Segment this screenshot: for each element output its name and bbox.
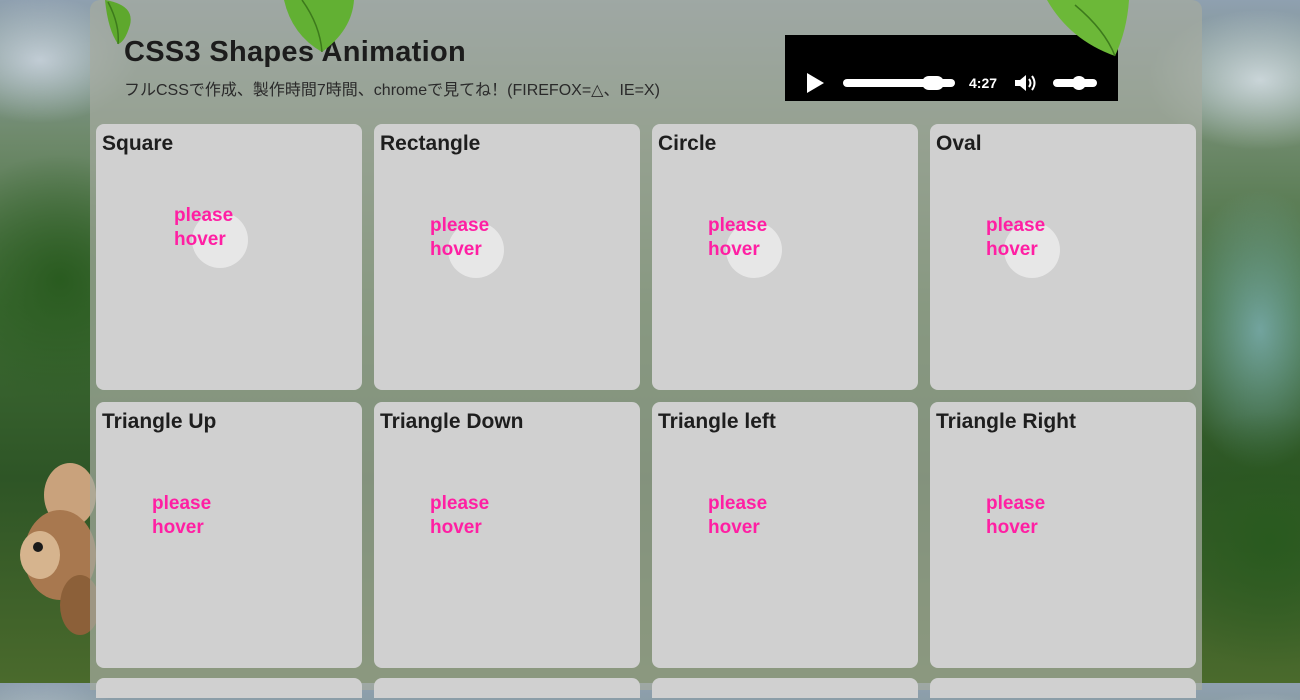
card-triangle-left: Triangle left please hover: [652, 402, 918, 668]
hover-label: please hover: [986, 215, 1046, 260]
page-subtitle: フルCSSで作成、製作時間7時間、chromeで見てね！(FIREFOX=△、I…: [124, 82, 660, 99]
card-circle: Circle please hover: [652, 124, 918, 390]
hover-label: please hover: [708, 215, 768, 260]
hover-target[interactable]: please hover: [152, 492, 292, 562]
hover-target[interactable]: please hover: [430, 214, 570, 284]
hover-label: please hover: [430, 493, 490, 538]
card-title: Square: [102, 132, 174, 155]
card-square: Square please hover: [96, 124, 362, 390]
squirrel-image: [20, 463, 100, 635]
leaf-decoration: [284, 0, 354, 53]
hover-target[interactable]: please hover: [986, 214, 1126, 284]
card-triangle-right: Triangle Right please hover: [930, 402, 1196, 668]
card-triangle-down: Triangle Down please hover: [374, 402, 640, 668]
card-title: Circle: [658, 132, 717, 155]
card-title: Oval: [936, 132, 982, 155]
hover-label: please hover: [986, 493, 1046, 538]
leaf-decoration: [105, 0, 131, 45]
play-icon[interactable]: [807, 73, 824, 93]
card-title: Triangle Right: [936, 410, 1077, 433]
hover-target[interactable]: please hover: [430, 492, 570, 562]
hover-target[interactable]: please hover: [708, 492, 848, 562]
card-partial: [374, 678, 640, 698]
card-title: Rectangle: [380, 132, 481, 155]
card-partial: [652, 678, 918, 698]
volume-thumb[interactable]: [1072, 76, 1086, 90]
hover-target[interactable]: please hover: [174, 204, 314, 274]
card-partial: [930, 678, 1196, 698]
card-rectangle: Rectangle please hover: [374, 124, 640, 390]
time-display: 4:27: [969, 75, 998, 91]
hover-label: please hover: [174, 205, 234, 250]
card-title: Triangle left: [658, 410, 776, 433]
card-partial: [96, 678, 362, 698]
card-title: Triangle Down: [380, 410, 524, 433]
hover-target[interactable]: please hover: [708, 214, 848, 284]
hover-label: please hover: [430, 215, 490, 260]
progress-thumb[interactable]: [921, 76, 944, 90]
volume-icon[interactable]: [1013, 73, 1039, 93]
card-triangle-up: Triangle Up please hover: [96, 402, 362, 668]
leaf-decoration: [1047, 0, 1129, 57]
card-oval: Oval please hover: [930, 124, 1196, 390]
hover-target[interactable]: please hover: [986, 492, 1126, 562]
hover-label: please hover: [152, 493, 212, 538]
card-title: Triangle Up: [102, 410, 217, 433]
hover-label: please hover: [708, 493, 768, 538]
